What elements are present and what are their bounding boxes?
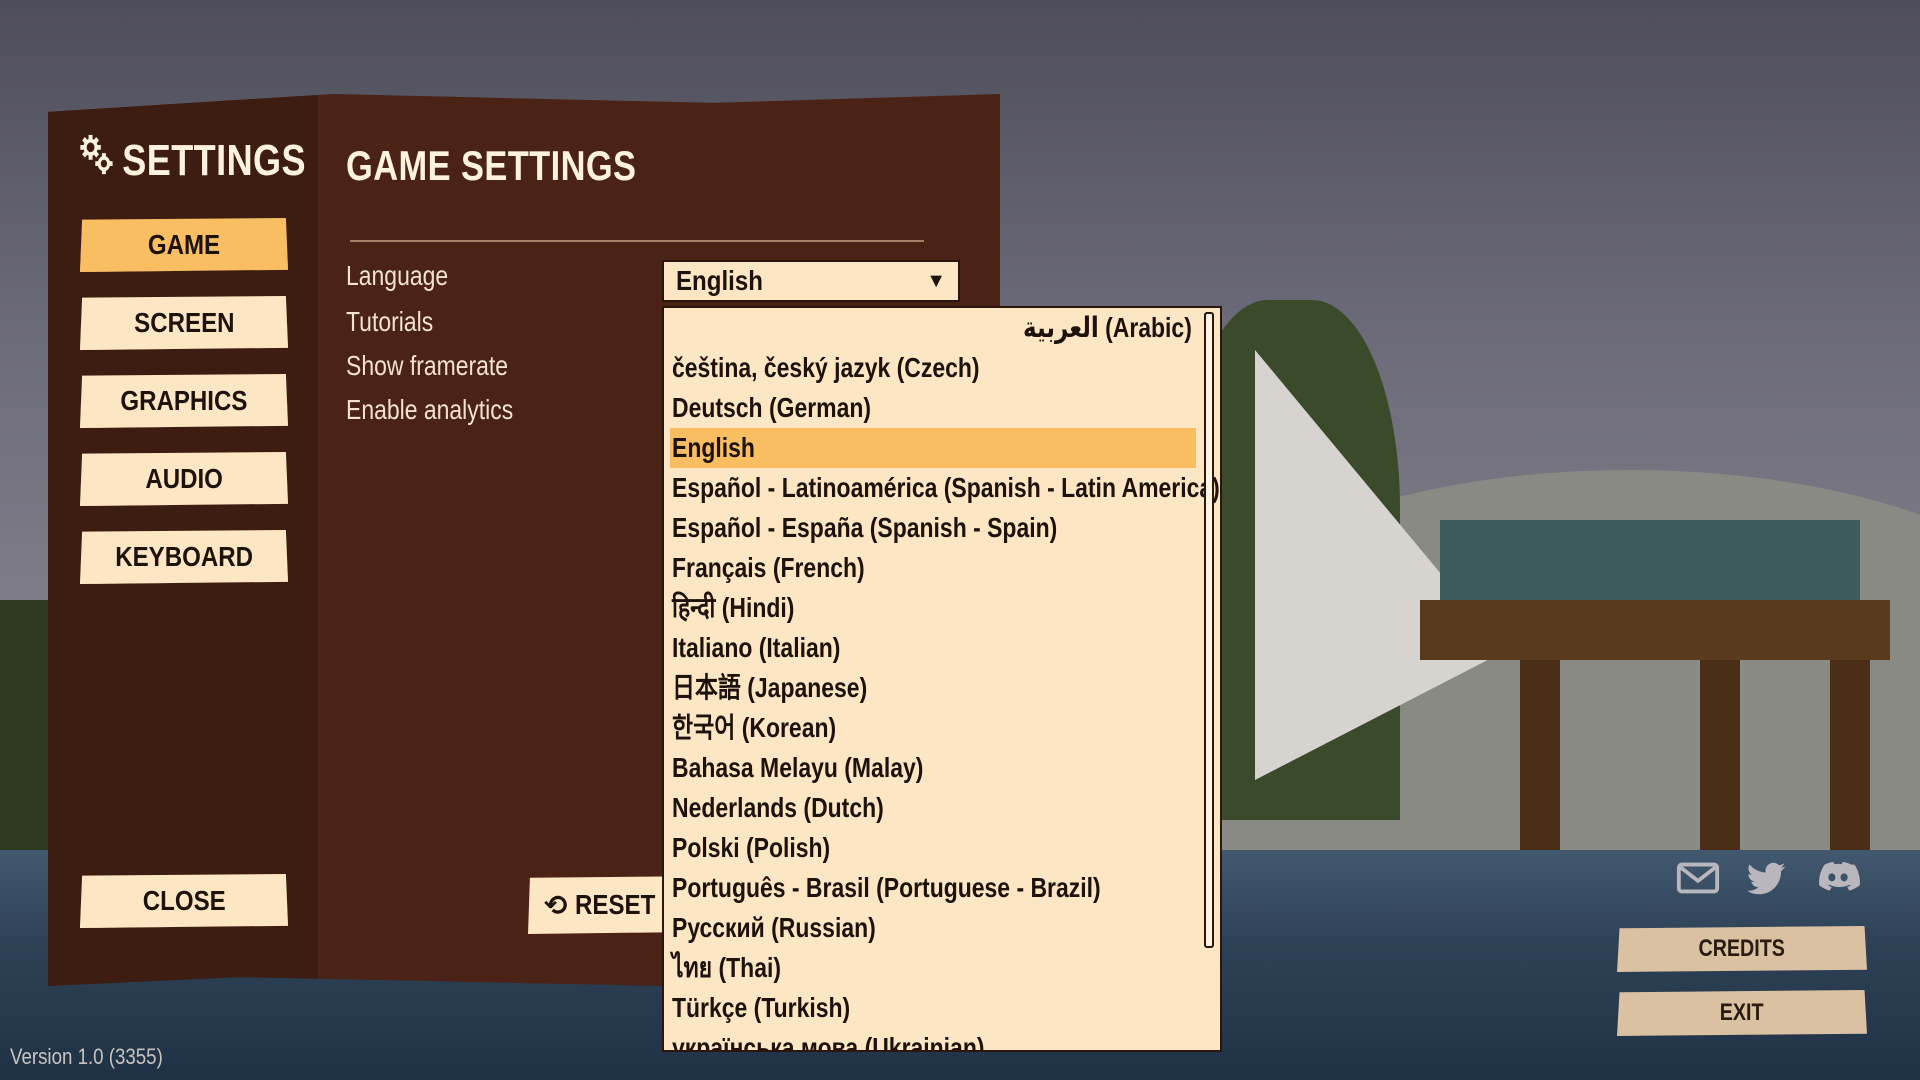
language-option[interactable]: Français (French) [670,548,1196,588]
language-option[interactable]: 한국어 (Korean) [670,708,1196,748]
language-option[interactable]: ไทย (Thai) [670,948,1196,988]
exit-button[interactable]: EXIT [1617,990,1867,1036]
nav-button-screen[interactable]: SCREEN [80,296,288,350]
language-option[interactable]: 日本語 (Japanese) [670,668,1196,708]
language-option[interactable]: Español - España (Spanish - Spain) [670,508,1196,548]
background-dock-roof [1440,520,1860,600]
language-option[interactable]: Polski (Polish) [670,828,1196,868]
credits-button[interactable]: CREDITS [1617,926,1867,972]
settings-header: SETTINGS [78,132,306,189]
language-option[interactable]: čeština, český jazyk (Czech) [670,348,1196,388]
discord-icon[interactable] [1814,854,1862,902]
language-dropdown: العربية (Arabic) čeština, český jazyk (Cz… [662,306,1222,1052]
close-button[interactable]: CLOSE [80,874,288,928]
background-dock [1420,600,1890,660]
nav-button-graphics[interactable]: GRAPHICS [80,374,288,428]
language-option[interactable]: Português - Brasil (Portuguese - Brazil) [670,868,1196,908]
language-select[interactable]: English ▼ [662,260,960,302]
language-option[interactable]: Italiano (Italian) [670,628,1196,668]
background-dock-post [1700,660,1740,870]
option-label-enable-analytics: Enable analytics [346,394,514,425]
caret-down-icon: ▼ [926,269,946,292]
background-dock-post [1830,660,1870,870]
language-option[interactable]: Русский (Russian) [670,908,1196,948]
option-label-tutorials: Tutorials [346,306,434,337]
nav-button-keyboard[interactable]: KEYBOARD [80,530,288,584]
twitter-icon[interactable] [1742,854,1790,902]
settings-title: SETTINGS [122,135,306,185]
background-dock-post [1520,660,1560,870]
language-option[interactable]: Deutsch (German) [670,388,1196,428]
page-title: GAME SETTINGS [346,142,637,189]
language-option[interactable]: Bahasa Melayu (Malay) [670,748,1196,788]
language-option[interactable]: العربية (Arabic) [670,308,1196,348]
nav-button-audio[interactable]: AUDIO [80,452,288,506]
dropdown-scrollbar[interactable] [1204,312,1214,948]
mail-icon[interactable] [1674,854,1722,902]
gears-icon [78,132,116,189]
language-option[interactable]: English [670,428,1196,468]
language-option[interactable]: हिन्दी (Hindi) [670,588,1196,628]
language-option[interactable]: українська мова (Ukrainian) [670,1028,1196,1050]
option-label-language: Language [346,260,449,291]
nav-button-game[interactable]: GAME [80,218,288,272]
settings-sidebar: SETTINGS GAME SCREEN GRAPHICS AUDIO KEYB… [48,94,318,986]
language-select-value: English [676,265,763,296]
language-option[interactable]: Nederlands (Dutch) [670,788,1196,828]
title-divider [350,240,924,242]
language-option[interactable]: Español - Latinoamérica (Spanish - Latin… [670,468,1220,508]
language-option[interactable]: Türkçe (Turkish) [670,988,1196,1028]
language-list: العربية (Arabic) čeština, český jazyk (Cz… [670,308,1220,1050]
option-label-show-framerate: Show framerate [346,350,509,381]
version-label: Version 1.0 (3355) [10,1044,163,1069]
reset-icon: ⟲ [544,889,568,921]
